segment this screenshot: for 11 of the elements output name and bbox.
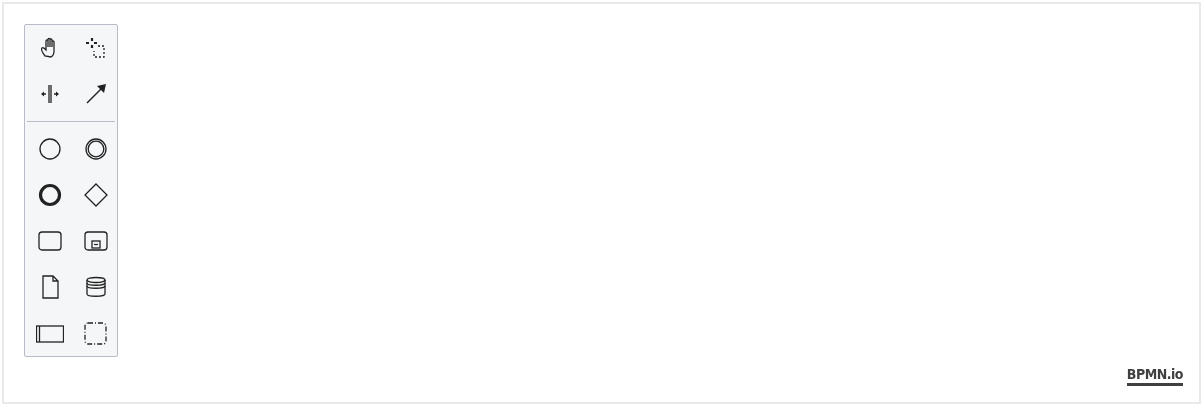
- circle-icon: [38, 137, 62, 161]
- dashed-rectangle-icon: [84, 321, 108, 345]
- arrow-icon: [84, 82, 108, 106]
- collapsed-subprocess-icon: [84, 229, 108, 253]
- database-icon: [84, 275, 108, 299]
- thick-circle-icon: [38, 183, 62, 207]
- diamond-icon: [84, 183, 108, 207]
- bpmn-io-link[interactable]: BPMN.io: [1126, 366, 1183, 386]
- double-circle-icon: [84, 137, 108, 161]
- lasso-icon: [84, 36, 108, 60]
- rounded-rectangle-icon: [38, 229, 62, 253]
